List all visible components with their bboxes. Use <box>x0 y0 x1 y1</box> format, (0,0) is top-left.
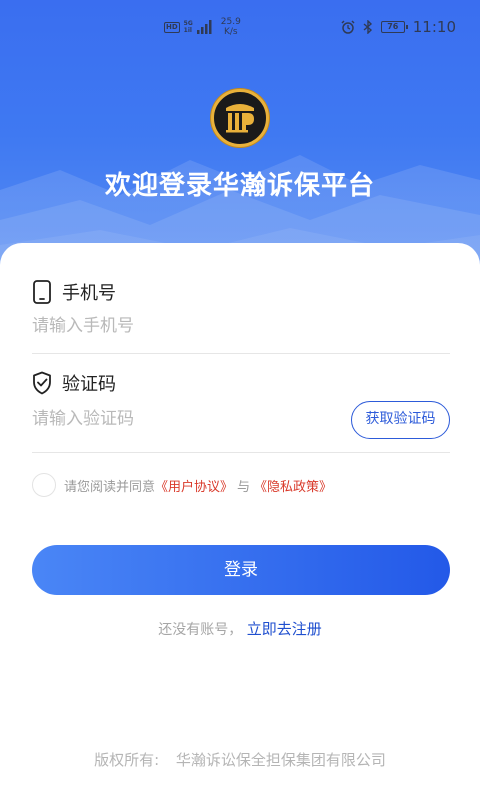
system-status: 76 11:10 <box>341 16 456 38</box>
phone-label-row: 手机号 <box>32 279 116 305</box>
register-prompt: 还没有账号， <box>158 622 243 638</box>
user-agreement-link[interactable]: 《用户协议》 <box>155 476 233 495</box>
agreement-prefix: 请您阅读并同意 <box>64 479 156 495</box>
pillar-logo-icon <box>211 89 269 147</box>
phone-label: 手机号 <box>62 283 116 304</box>
alarm-icon <box>341 20 355 34</box>
company-name: 华瀚诉讼保全担保集团有限公司 <box>175 751 386 769</box>
code-label-row: 验证码 <box>32 370 116 396</box>
code-divider <box>32 452 450 453</box>
battery-indicator: 76 <box>380 21 408 33</box>
network-status: HD 5G 1il 25.9 K/s <box>164 16 241 38</box>
copyright-label: 版权所有: <box>94 751 160 769</box>
network-speed: 25.9 K/s <box>220 17 241 37</box>
login-card: 手机号 验证码 获取验证码 请您阅读并同意 《用户协议》 与 《隐私政策》 登录… <box>0 243 480 800</box>
hd-badge: HD <box>164 21 180 33</box>
register-row: 还没有账号， 立即去注册 <box>0 618 480 639</box>
privacy-policy-link[interactable]: 《隐私政策》 <box>254 476 332 495</box>
agreement-row: 请您阅读并同意 《用户协议》 与 《隐私政策》 <box>32 473 332 497</box>
register-link[interactable]: 立即去注册 <box>247 620 322 638</box>
agreement-checkbox[interactable] <box>32 473 56 497</box>
copyright-footer: 版权所有: 华瀚诉讼保全担保集团有限公司 <box>0 749 480 770</box>
shield-check-icon <box>33 371 51 395</box>
signal-icon <box>196 20 212 34</box>
agreement-and: 与 <box>237 479 251 495</box>
phone-divider <box>32 353 450 354</box>
clock: 11:10 <box>412 18 456 36</box>
status-bar: HD 5G 1il 25.9 K/s 76 11:10 <box>0 0 480 52</box>
bluetooth-icon <box>363 20 372 34</box>
code-label: 验证码 <box>62 374 116 395</box>
verification-code-input[interactable] <box>32 404 332 434</box>
mobile-phone-icon <box>33 280 51 304</box>
network-type: 5G 1il <box>183 20 193 34</box>
get-code-button[interactable]: 获取验证码 <box>351 401 450 439</box>
login-button[interactable]: 登录 <box>32 545 450 595</box>
phone-input[interactable] <box>32 311 332 341</box>
welcome-title: 欢迎登录华瀚诉保平台 <box>104 171 375 201</box>
